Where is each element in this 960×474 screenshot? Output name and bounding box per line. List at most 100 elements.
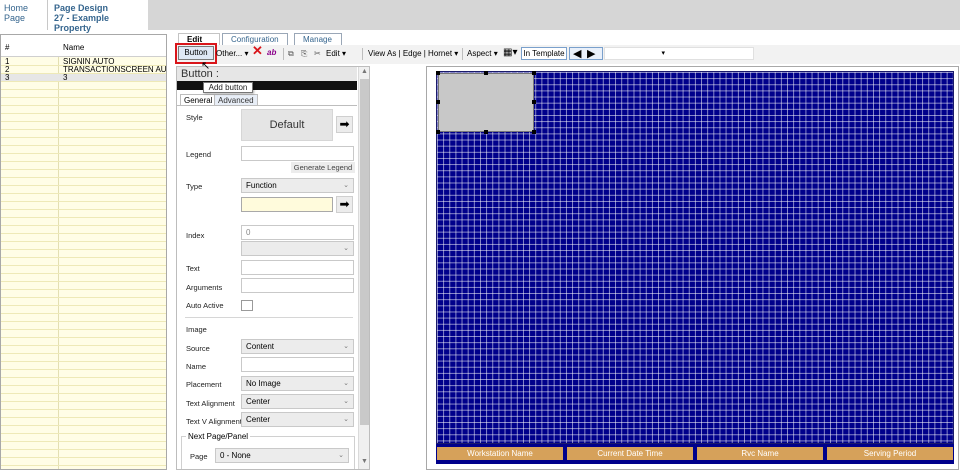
empty-list-row[interactable]	[1, 226, 166, 234]
resize-handle[interactable]	[484, 130, 488, 134]
status-current-date-time[interactable]: Current Date Time	[567, 447, 693, 460]
placement-select[interactable]: No Image ⌄	[241, 376, 354, 391]
empty-list-row[interactable]	[1, 354, 166, 362]
text-v-alignment-select[interactable]: Center ⌄	[241, 412, 354, 427]
empty-list-row[interactable]	[1, 178, 166, 186]
empty-list-row[interactable]	[1, 418, 166, 426]
resize-handle[interactable]	[532, 130, 536, 134]
empty-list-row[interactable]	[1, 386, 166, 394]
properties-scrollbar[interactable]: ▲ ▼	[358, 67, 369, 469]
empty-list-row[interactable]	[1, 274, 166, 282]
tab-advanced[interactable]: Advanced	[214, 94, 258, 105]
empty-list-row[interactable]	[1, 258, 166, 266]
empty-list-row[interactable]	[1, 434, 166, 442]
status-workstation-name[interactable]: Workstation Name	[437, 447, 563, 460]
empty-list-row[interactable]	[1, 202, 166, 210]
empty-list-row[interactable]	[1, 106, 166, 114]
empty-list-row[interactable]	[1, 450, 166, 458]
empty-list-row[interactable]	[1, 314, 166, 322]
empty-list-row[interactable]	[1, 378, 166, 386]
empty-list-row[interactable]	[1, 210, 166, 218]
delete-icon[interactable]: ✕	[252, 44, 263, 57]
scroll-down-icon[interactable]: ▼	[361, 458, 368, 465]
tab-general[interactable]: General	[180, 94, 217, 105]
empty-list-row[interactable]	[1, 130, 166, 138]
empty-list-row[interactable]	[1, 282, 166, 290]
style-arrow-icon[interactable]: ➡	[336, 116, 353, 133]
breadcrumb-page-design[interactable]: Page Design 27 - Example Property	[48, 0, 148, 33]
empty-list-row[interactable]	[1, 186, 166, 194]
text-ab-icon[interactable]: ab	[267, 47, 276, 59]
empty-list-row[interactable]	[1, 410, 166, 418]
resize-handle[interactable]	[532, 71, 536, 75]
text-field[interactable]	[241, 260, 354, 275]
in-template-toggle[interactable]: In Template	[521, 47, 567, 60]
empty-list-row[interactable]	[1, 146, 166, 154]
index-field[interactable]: 0	[241, 225, 354, 240]
name-field[interactable]	[241, 357, 354, 372]
resize-handle[interactable]	[436, 100, 440, 104]
status-serving-period[interactable]: Serving Period	[827, 447, 953, 460]
other-dropdown[interactable]: Other... ▾	[216, 48, 248, 60]
aspect-dropdown[interactable]: Aspect ▾	[467, 48, 498, 60]
empty-list-row[interactable]	[1, 218, 166, 226]
empty-list-row[interactable]	[1, 98, 166, 106]
view-as-dropdown[interactable]: View As | Edge | Hornet ▾	[368, 48, 458, 60]
empty-list-row[interactable]	[1, 362, 166, 370]
text-alignment-select[interactable]: Center ⌄	[241, 394, 354, 409]
scroll-thumb[interactable]	[360, 79, 369, 425]
resize-handle[interactable]	[484, 71, 488, 75]
breadcrumb-home[interactable]: Home Page	[0, 0, 48, 30]
empty-list-row[interactable]	[1, 402, 166, 410]
header-name[interactable]: Name	[63, 43, 84, 52]
page-select[interactable]: 0 - None ⌄	[215, 448, 349, 463]
empty-list-row[interactable]	[1, 306, 166, 314]
list-item[interactable]: 33	[1, 74, 166, 82]
copy-icon[interactable]: ⧉	[288, 48, 294, 60]
empty-list-row[interactable]	[1, 90, 166, 98]
legend-field[interactable]	[241, 146, 354, 161]
edit-dropdown[interactable]: Edit ▾	[326, 48, 346, 60]
empty-list-row[interactable]	[1, 234, 166, 242]
arguments-field[interactable]	[241, 278, 354, 293]
empty-list-row[interactable]	[1, 346, 166, 354]
empty-list-row[interactable]	[1, 426, 166, 434]
empty-list-row[interactable]	[1, 442, 166, 450]
empty-list-row[interactable]	[1, 322, 166, 330]
empty-list-row[interactable]	[1, 154, 166, 162]
empty-list-row[interactable]	[1, 266, 166, 274]
empty-list-row[interactable]	[1, 250, 166, 258]
header-num[interactable]: #	[5, 43, 9, 52]
empty-list-row[interactable]	[1, 466, 166, 469]
tab-manage[interactable]: Manage	[294, 33, 342, 45]
paste-icon[interactable]: ⎘	[301, 48, 307, 60]
empty-list-row[interactable]	[1, 458, 166, 466]
style-preview[interactable]: Default	[241, 109, 333, 141]
auto-active-checkbox[interactable]	[241, 300, 253, 311]
resize-handle[interactable]	[436, 71, 440, 75]
status-rvc-name[interactable]: Rvc Name	[697, 447, 823, 460]
list-item[interactable]: 2 TRANSACTIONSCREEN AU...	[1, 66, 166, 74]
grid-icon[interactable]: ▦▾	[503, 47, 517, 59]
empty-list-row[interactable]	[1, 394, 166, 402]
generate-legend-button[interactable]: Generate Legend	[291, 162, 355, 173]
empty-list-row[interactable]	[1, 162, 166, 170]
empty-list-row[interactable]	[1, 114, 166, 122]
cut-icon[interactable]: ✂	[314, 48, 321, 60]
page-combo[interactable]: ▾	[604, 47, 754, 60]
empty-list-row[interactable]	[1, 138, 166, 146]
empty-list-row[interactable]	[1, 122, 166, 130]
empty-list-row[interactable]	[1, 170, 166, 178]
source-select[interactable]: Content ⌄	[241, 339, 354, 354]
empty-list-row[interactable]	[1, 194, 166, 202]
empty-list-row[interactable]	[1, 290, 166, 298]
resize-handle[interactable]	[532, 100, 536, 104]
empty-list-row[interactable]	[1, 330, 166, 338]
type-arrow-icon[interactable]: ➡	[336, 196, 353, 213]
empty-list-row[interactable]	[1, 298, 166, 306]
empty-list-row[interactable]	[1, 370, 166, 378]
empty-list-row[interactable]	[1, 82, 166, 90]
scroll-up-icon[interactable]: ▲	[361, 68, 368, 75]
type-select[interactable]: Function ⌄	[241, 178, 354, 193]
type-input[interactable]	[241, 197, 333, 212]
